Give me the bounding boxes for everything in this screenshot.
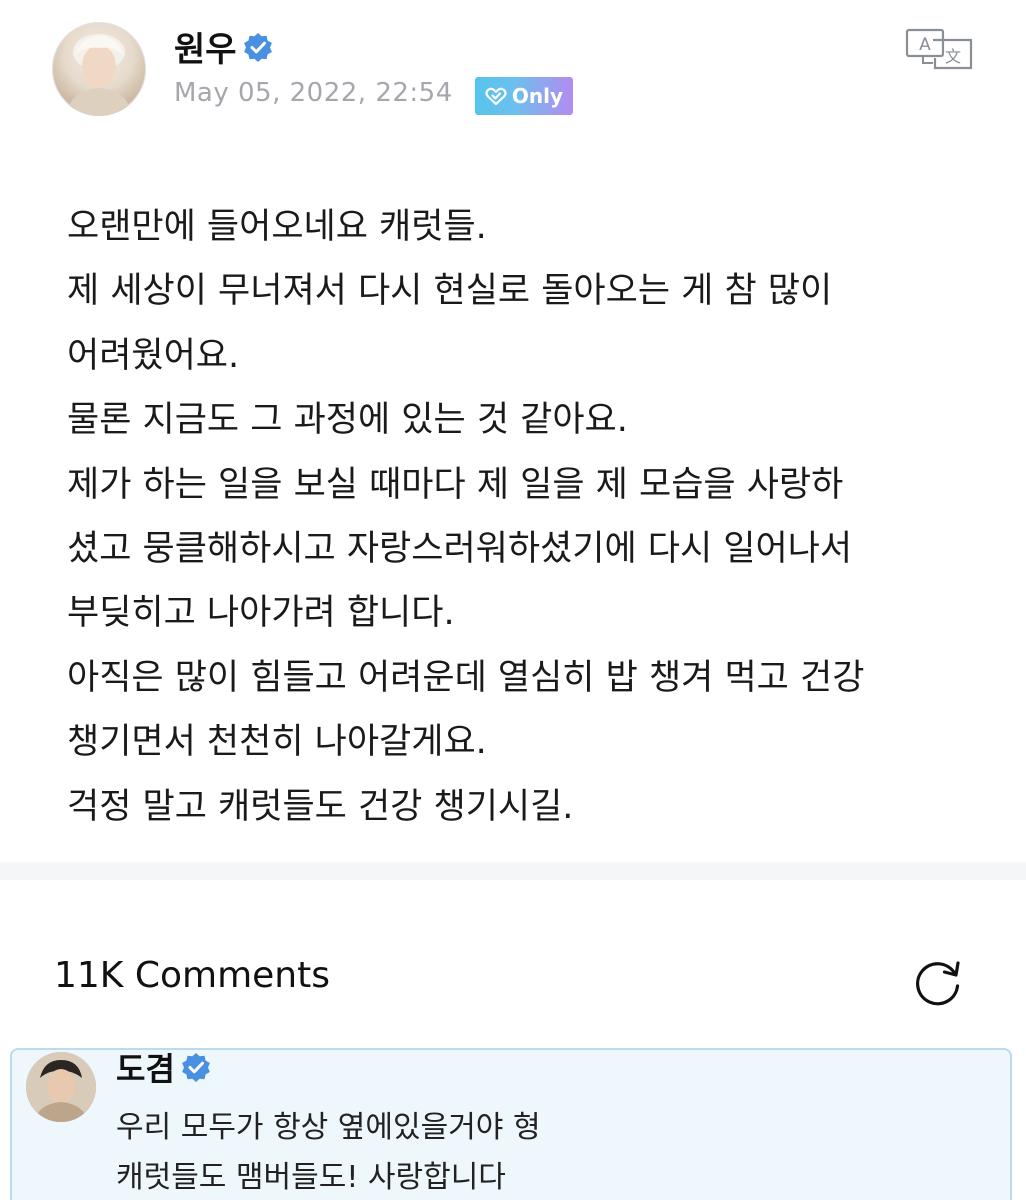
post-text-line: 걱정 말고 캐럿들도 건강 챙기시길.: [67, 786, 574, 827]
post-header: 원우 May 05, 2022, 22:54 Only A 文: [0, 0, 1026, 150]
only-badge-label: Only: [511, 84, 564, 108]
post-text-line: 셨고 뭉클해하시고 자랑스러워하셨기에 다시 일어나서: [67, 529, 853, 570]
comment-text: 우리 모두가 항상 옆에있을거야 형 캐럿들도 맴버들도! 사랑합니다: [116, 1103, 996, 1200]
only-badge: Only: [475, 77, 573, 115]
commenter-name-row: 도겸: [116, 1044, 211, 1090]
author-name-row: 원우: [174, 22, 273, 71]
author-name[interactable]: 원우: [174, 22, 237, 71]
svg-text:A: A: [919, 35, 931, 55]
comment-text-line: 캐럿들도 맴버들도! 사랑합니다: [116, 1160, 506, 1195]
comments-count-title: 11K Comments: [54, 955, 330, 996]
post-text-line: 제 세상이 무너져서 다시 현실로 돌아오는 게 참 많이: [67, 271, 833, 312]
commenter-avatar[interactable]: [26, 1052, 96, 1122]
svg-text:文: 文: [945, 47, 961, 66]
post-text-line: 부딪히고 나아가려 합니다.: [67, 593, 455, 634]
author-avatar-image: [66, 34, 132, 116]
commenter-name[interactable]: 도겸: [116, 1044, 175, 1090]
post-body: 오랜만에 들어오네요 캐럿들. 제 세상이 무너져서 다시 현실로 돌아오는 게…: [67, 195, 987, 839]
post-text-line: 오랜만에 들어오네요 캐럿들.: [67, 207, 487, 247]
post-timestamp: May 05, 2022, 22:54: [174, 78, 453, 108]
translate-icon[interactable]: A 文: [905, 28, 973, 70]
comment-text-line: 우리 모두가 항상 옆에있을거야 형: [116, 1110, 541, 1145]
refresh-icon[interactable]: [910, 954, 966, 1010]
verified-badge-icon: [181, 1053, 210, 1082]
commenter-avatar-image: [26, 1052, 96, 1122]
section-divider: [0, 862, 1026, 880]
verified-badge-icon: [243, 32, 272, 62]
post-text-line: 물론 지금도 그 과정에 있는 것 같아요.: [67, 400, 628, 441]
post-page: 원우 May 05, 2022, 22:54 Only A 文 오랜만에 들어오…: [0, 0, 1026, 1200]
post-text-line: 어려웠어요.: [67, 335, 240, 376]
author-avatar[interactable]: [52, 22, 146, 116]
post-text-line: 챙기면서 천천히 나아갈게요.: [67, 722, 487, 763]
post-text-line: 제가 하는 일을 보실 때마다 제 일을 제 모습을 사랑하: [67, 464, 844, 505]
heart-check-icon: [485, 87, 507, 106]
post-text-line: 아직은 많이 힘들고 어려운데 열심히 밥 챙겨 먹고 건강: [67, 657, 865, 698]
